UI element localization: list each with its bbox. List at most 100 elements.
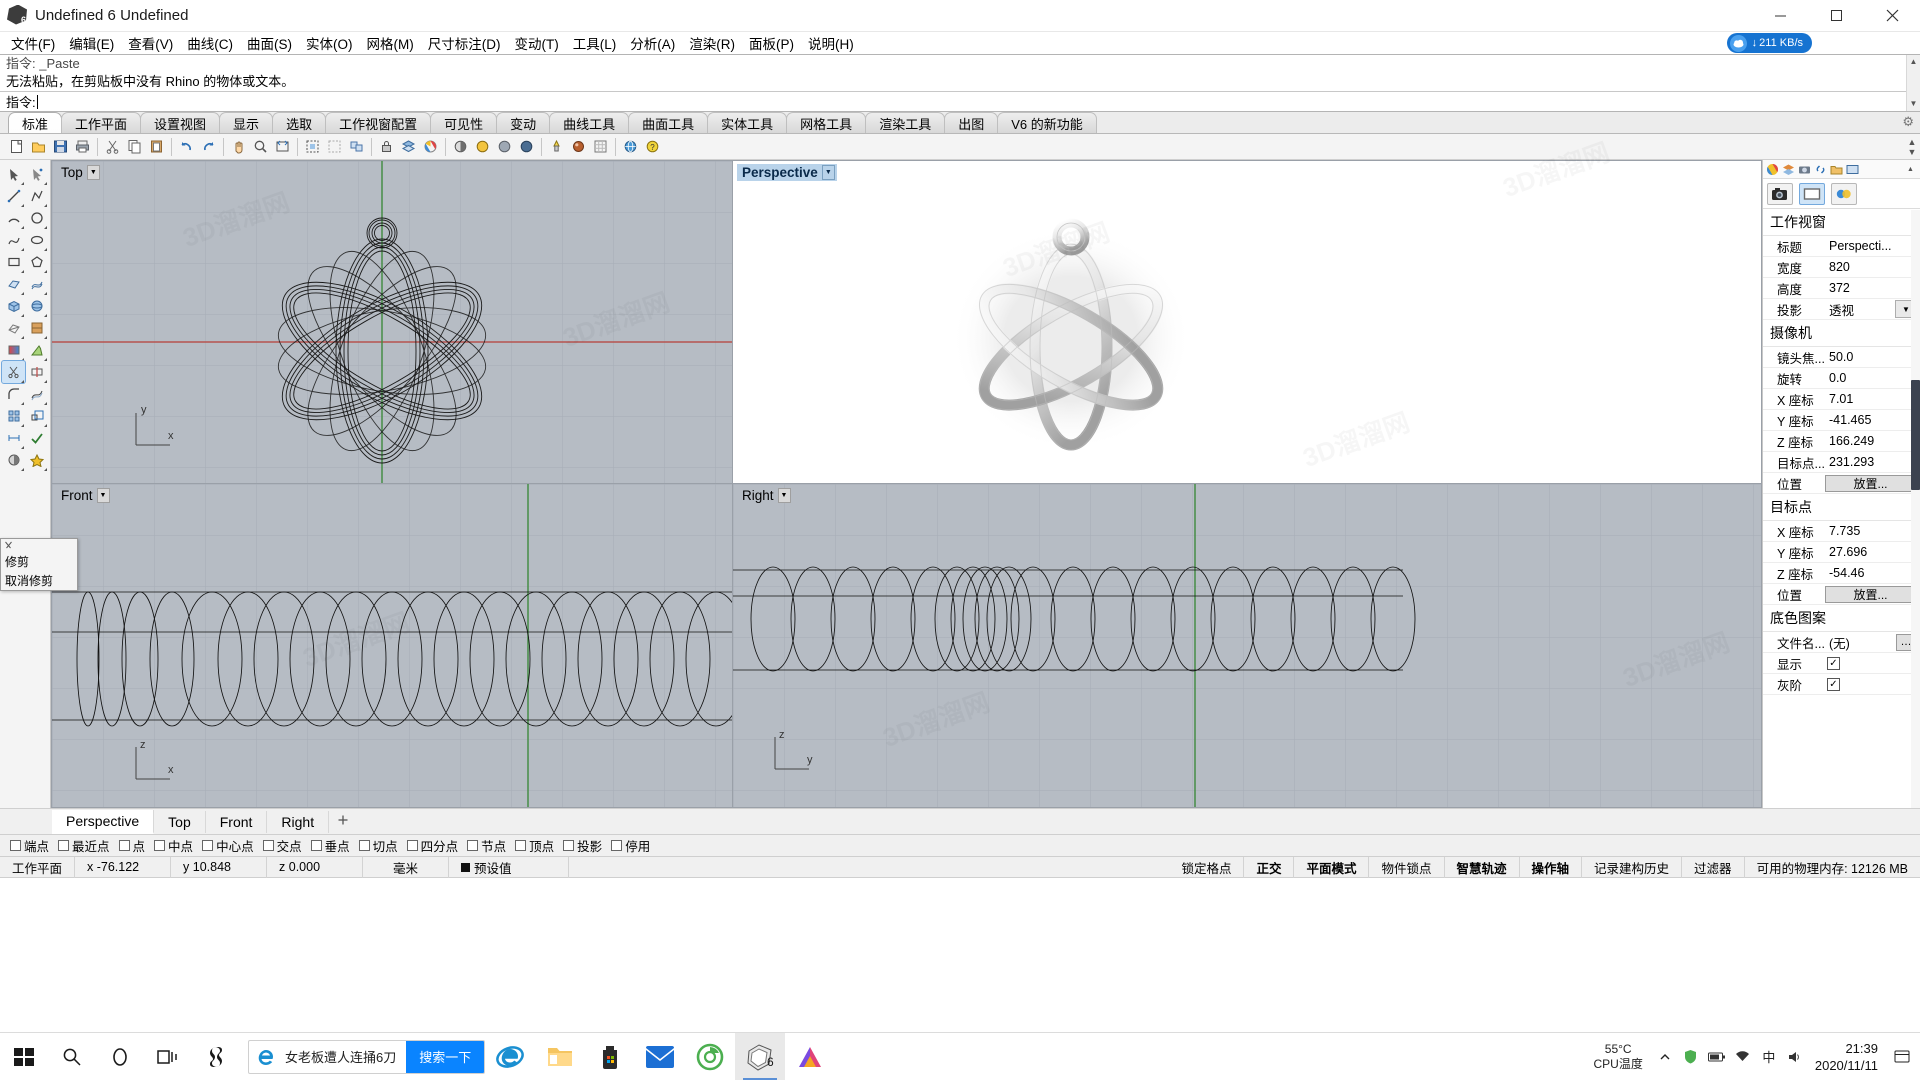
search-text[interactable]: 女老板遭人连捅6刀 bbox=[283, 1047, 406, 1066]
deselect-icon[interactable] bbox=[324, 136, 345, 157]
chevron-down-icon[interactable]: ▼ bbox=[777, 488, 791, 503]
checkbox[interactable] bbox=[202, 840, 214, 851]
tooltip-trim-item[interactable]: 修剪 bbox=[1, 552, 77, 571]
tab-curve-tools[interactable]: 曲线工具 bbox=[549, 112, 630, 133]
taskbar-search-pill[interactable]: 女老板遭人连捅6刀 搜索一下 bbox=[248, 1039, 486, 1074]
zoom-window-icon[interactable] bbox=[250, 136, 271, 157]
tab-mesh-tools[interactable]: 网格工具 bbox=[786, 112, 867, 133]
property-row-width[interactable]: 宽度 820 bbox=[1763, 257, 1920, 278]
osnap-quad[interactable]: 四分点 bbox=[405, 836, 464, 855]
toggle-grid-snap[interactable]: 锁定格点 bbox=[1169, 856, 1245, 878]
property-row-title[interactable]: 标题 Perspecti... bbox=[1763, 236, 1920, 257]
property-value[interactable]: (无) bbox=[1825, 633, 1896, 652]
viewport-icon[interactable] bbox=[1799, 182, 1825, 205]
checkbox[interactable] bbox=[262, 840, 274, 851]
property-value[interactable]: 7.01 bbox=[1825, 392, 1920, 406]
property-row-rotation[interactable]: 旋转 0.0 bbox=[1763, 368, 1920, 389]
command-scrollbar[interactable]: ▲ ▼ bbox=[1906, 55, 1920, 111]
vptab-top[interactable]: Top bbox=[154, 810, 206, 833]
chevron-down-icon[interactable]: ▼ bbox=[96, 488, 110, 503]
property-row-show[interactable]: 显示 ✓ bbox=[1763, 653, 1920, 674]
search-go-button[interactable]: 搜索一下 bbox=[406, 1040, 485, 1073]
zoom-extents-icon[interactable] bbox=[272, 136, 293, 157]
layer-icon[interactable] bbox=[398, 136, 419, 157]
analyze-icon[interactable] bbox=[25, 339, 48, 361]
select-arrow-icon[interactable] bbox=[2, 163, 25, 185]
status-units[interactable]: 毫米 bbox=[363, 856, 450, 878]
tab-visibility[interactable]: 可见性 bbox=[430, 112, 498, 133]
menu-tools[interactable]: 工具(L) bbox=[566, 31, 624, 55]
tab-render-tools[interactable]: 渲染工具 bbox=[865, 112, 946, 133]
ime-indicator[interactable]: 中 bbox=[1757, 1042, 1781, 1072]
property-value[interactable]: 231.293 bbox=[1825, 455, 1920, 469]
property-value[interactable]: 0.0 bbox=[1825, 371, 1920, 385]
taskbar-app-mail[interactable] bbox=[635, 1033, 685, 1080]
checkbox[interactable] bbox=[515, 840, 527, 851]
property-value[interactable]: 50.0 bbox=[1825, 350, 1920, 364]
taskbar-clock[interactable]: 21:39 2020/11/11 bbox=[1809, 1040, 1888, 1074]
menu-surface[interactable]: 曲面(S) bbox=[240, 31, 299, 55]
checkbox[interactable] bbox=[154, 840, 166, 851]
notification-icon[interactable] bbox=[1890, 1042, 1914, 1072]
line-icon[interactable] bbox=[2, 185, 25, 207]
material-icon[interactable] bbox=[568, 136, 589, 157]
menu-edit[interactable]: 编辑(E) bbox=[62, 31, 121, 55]
split-icon[interactable] bbox=[25, 361, 48, 383]
property-value[interactable]: 372 bbox=[1825, 281, 1920, 295]
command-history[interactable]: 指令: _Paste 无法粘贴，在剪贴板中没有 Rhino 的物体或文本。 bbox=[0, 55, 1920, 91]
curve-icon[interactable] bbox=[2, 229, 25, 251]
pan-hand-icon[interactable] bbox=[228, 136, 249, 157]
checkbox[interactable] bbox=[611, 840, 623, 851]
texture-icon[interactable] bbox=[25, 317, 48, 339]
copy-icon[interactable] bbox=[124, 136, 145, 157]
display-icon[interactable] bbox=[1845, 162, 1860, 177]
property-value[interactable]: Perspecti... bbox=[1825, 239, 1920, 253]
gradient-icon[interactable] bbox=[2, 339, 25, 361]
property-row-target-x[interactable]: X 座标 7.735 bbox=[1763, 521, 1920, 542]
add-viewport-tab-icon[interactable] bbox=[329, 811, 357, 832]
toolbar-scroll-arrows[interactable]: ▲ ▼ bbox=[1906, 137, 1918, 157]
print-icon[interactable] bbox=[72, 136, 93, 157]
osnap-project[interactable]: 投影 bbox=[561, 836, 607, 855]
property-value[interactable]: -41.465 bbox=[1825, 413, 1920, 427]
tab-whats-new-v6[interactable]: V6 的新功能 bbox=[997, 112, 1097, 133]
chevron-up-icon[interactable] bbox=[1653, 1042, 1677, 1072]
ellipse-icon[interactable] bbox=[25, 229, 48, 251]
circle-icon[interactable] bbox=[25, 207, 48, 229]
lock-icon[interactable] bbox=[376, 136, 397, 157]
battery-icon[interactable] bbox=[1705, 1042, 1729, 1072]
ghosted-view-icon[interactable] bbox=[494, 136, 515, 157]
color-wheel-icon[interactable] bbox=[420, 136, 441, 157]
property-row-camera-y[interactable]: Y 座标 -41.465 bbox=[1763, 410, 1920, 431]
render-icon[interactable] bbox=[25, 449, 48, 471]
tab-standard[interactable]: 标准 bbox=[8, 112, 63, 133]
save-icon[interactable] bbox=[50, 136, 71, 157]
windows-start-icon[interactable] bbox=[0, 1033, 48, 1080]
toggle-smarttrack[interactable]: 智慧轨迹 bbox=[1445, 856, 1520, 878]
place-camera-button[interactable]: 放置... bbox=[1825, 474, 1916, 492]
viewport-top[interactable]: Top ▼ y x bbox=[51, 160, 733, 484]
tab-viewport-layout[interactable]: 工作视窗配置 bbox=[325, 112, 432, 133]
material-icon[interactable] bbox=[1831, 182, 1857, 205]
property-row-camera-place[interactable]: 位置 放置... bbox=[1763, 473, 1920, 494]
toggle-planar[interactable]: 平面模式 bbox=[1294, 856, 1370, 878]
trim-icon[interactable] bbox=[1, 360, 26, 384]
property-row-camera-x[interactable]: X 座标 7.01 bbox=[1763, 389, 1920, 410]
menu-mesh[interactable]: 网格(M) bbox=[360, 31, 421, 55]
viewport-title-perspective[interactable]: Perspective ▼ bbox=[737, 164, 837, 181]
osnap-near[interactable]: 最近点 bbox=[56, 836, 115, 855]
polygon-icon[interactable] bbox=[25, 251, 48, 273]
toggle-gumball[interactable]: 操作轴 bbox=[1520, 856, 1583, 878]
property-value[interactable]: 7.735 bbox=[1825, 524, 1920, 538]
scrollbar-thumb[interactable] bbox=[1911, 380, 1920, 490]
menu-render[interactable]: 渲染(R) bbox=[682, 31, 742, 55]
select-points-icon[interactable] bbox=[25, 163, 48, 185]
menu-curve[interactable]: 曲线(C) bbox=[180, 31, 240, 55]
property-value[interactable]: 透视 bbox=[1825, 300, 1895, 319]
tab-surface-tools[interactable]: 曲面工具 bbox=[628, 112, 709, 133]
properties-scroll-area[interactable]: 工作视窗 标题 Perspecti... 宽度 820 高度 372 投影 透视… bbox=[1763, 209, 1920, 808]
wireframe-view-icon[interactable] bbox=[516, 136, 537, 157]
menu-help[interactable]: 说明(H) bbox=[801, 31, 861, 55]
viewport-front[interactable]: Front ▼ z x bbox=[51, 484, 733, 808]
viewport-title-front[interactable]: Front ▼ bbox=[56, 487, 112, 504]
